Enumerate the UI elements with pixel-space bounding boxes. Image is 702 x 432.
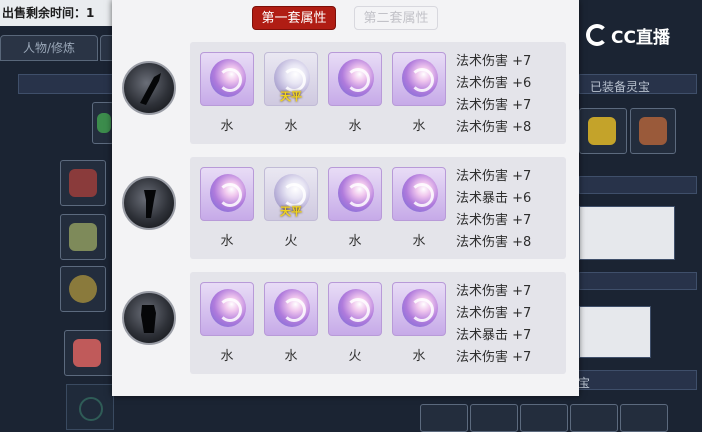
gem-tag: 天平 xyxy=(280,205,302,218)
gem-element: 水 xyxy=(220,119,234,134)
cc-logo-icon xyxy=(586,24,608,46)
equipment-slot[interactable] xyxy=(60,266,106,312)
background-slot-row[interactable] xyxy=(470,404,518,432)
sale-time-label: 出售剩余时间：1 xyxy=(0,0,114,26)
equipped-slot[interactable] xyxy=(630,108,676,154)
gem-element: 水 xyxy=(412,234,426,249)
attribute-line: 法术伤害 +7 xyxy=(456,213,532,228)
gem-slot[interactable]: 天平 xyxy=(264,167,318,221)
equipment-slot[interactable] xyxy=(92,102,114,144)
gem-tag: 天平 xyxy=(280,90,302,103)
attribute-line: 法术暴击 +6 xyxy=(456,191,532,206)
weapon-slot[interactable] xyxy=(122,61,176,115)
gem-element: 水 xyxy=(284,349,298,364)
armor-icon xyxy=(141,305,156,333)
background-slot-row[interactable] xyxy=(520,404,568,432)
attribute-line: 法术伤害 +7 xyxy=(456,98,532,113)
gem-slot[interactable] xyxy=(200,167,254,221)
gem-element: 水 xyxy=(412,119,426,134)
equipment-slot[interactable] xyxy=(64,330,114,376)
attribute-dialog: 第一套属性 第二套属性 天平 水 水 水 水 法术伤害 +7 法术伤害 +6 法… xyxy=(112,0,579,396)
gem-slot[interactable] xyxy=(200,52,254,106)
cc-watermark: CC直播 xyxy=(586,20,670,50)
gem-element: 水 xyxy=(284,119,298,134)
set1-button[interactable]: 第一套属性 xyxy=(252,6,336,30)
blade-weapon-icon xyxy=(144,190,156,218)
background-panel xyxy=(579,206,675,260)
attribute-line: 法术伤害 +7 xyxy=(456,350,532,365)
attribute-line: 法术伤害 +7 xyxy=(456,169,532,184)
equipment-slot[interactable] xyxy=(60,160,106,206)
gem-element: 水 xyxy=(220,349,234,364)
gem-element: 水 xyxy=(412,349,426,364)
gem-slot[interactable]: 天平 xyxy=(264,52,318,106)
gem-slot[interactable] xyxy=(392,52,446,106)
background-band-right xyxy=(579,272,697,290)
gem-slot[interactable] xyxy=(328,167,382,221)
gem-slot[interactable] xyxy=(328,282,382,336)
set2-button[interactable]: 第二套属性 xyxy=(354,6,438,30)
gem-element: 火 xyxy=(348,349,362,364)
gem-slot[interactable] xyxy=(264,282,318,336)
equipped-slot[interactable] xyxy=(579,108,627,154)
equipped-label: 已装备灵宝 xyxy=(590,80,651,94)
cc-logo-text: CC直播 xyxy=(611,27,670,48)
gem-element: 火 xyxy=(284,234,298,249)
staff-weapon-icon xyxy=(140,73,161,105)
gem-slot[interactable] xyxy=(328,52,382,106)
gem-slot[interactable] xyxy=(392,282,446,336)
attribute-line: 法术伤害 +7 xyxy=(456,284,532,299)
background-slot-row[interactable] xyxy=(570,404,618,432)
attribute-line: 法术伤害 +7 xyxy=(456,306,532,321)
inventory-grid-cell[interactable] xyxy=(66,384,114,430)
background-panel xyxy=(579,306,651,358)
weapon-slot[interactable] xyxy=(122,176,176,230)
gem-slot[interactable] xyxy=(392,167,446,221)
background-slot-row[interactable] xyxy=(420,404,468,432)
background-band-left xyxy=(18,74,114,94)
attribute-line: 法术伤害 +8 xyxy=(456,235,532,250)
tab-character[interactable]: 人物/修炼 xyxy=(0,35,98,61)
weapon-slot[interactable] xyxy=(122,291,176,345)
attribute-line: 法术伤害 +6 xyxy=(456,76,532,91)
background-slot-row[interactable] xyxy=(620,404,668,432)
equipment-slot[interactable] xyxy=(60,214,106,260)
gem-element: 水 xyxy=(348,234,362,249)
gem-slot[interactable] xyxy=(200,282,254,336)
attribute-line: 法术伤害 +7 xyxy=(456,54,532,69)
gem-element: 水 xyxy=(348,119,362,134)
attribute-line: 法术伤害 +8 xyxy=(456,120,532,135)
background-band-right xyxy=(579,176,697,194)
attribute-line: 法术暴击 +7 xyxy=(456,328,532,343)
gem-element: 水 xyxy=(220,234,234,249)
